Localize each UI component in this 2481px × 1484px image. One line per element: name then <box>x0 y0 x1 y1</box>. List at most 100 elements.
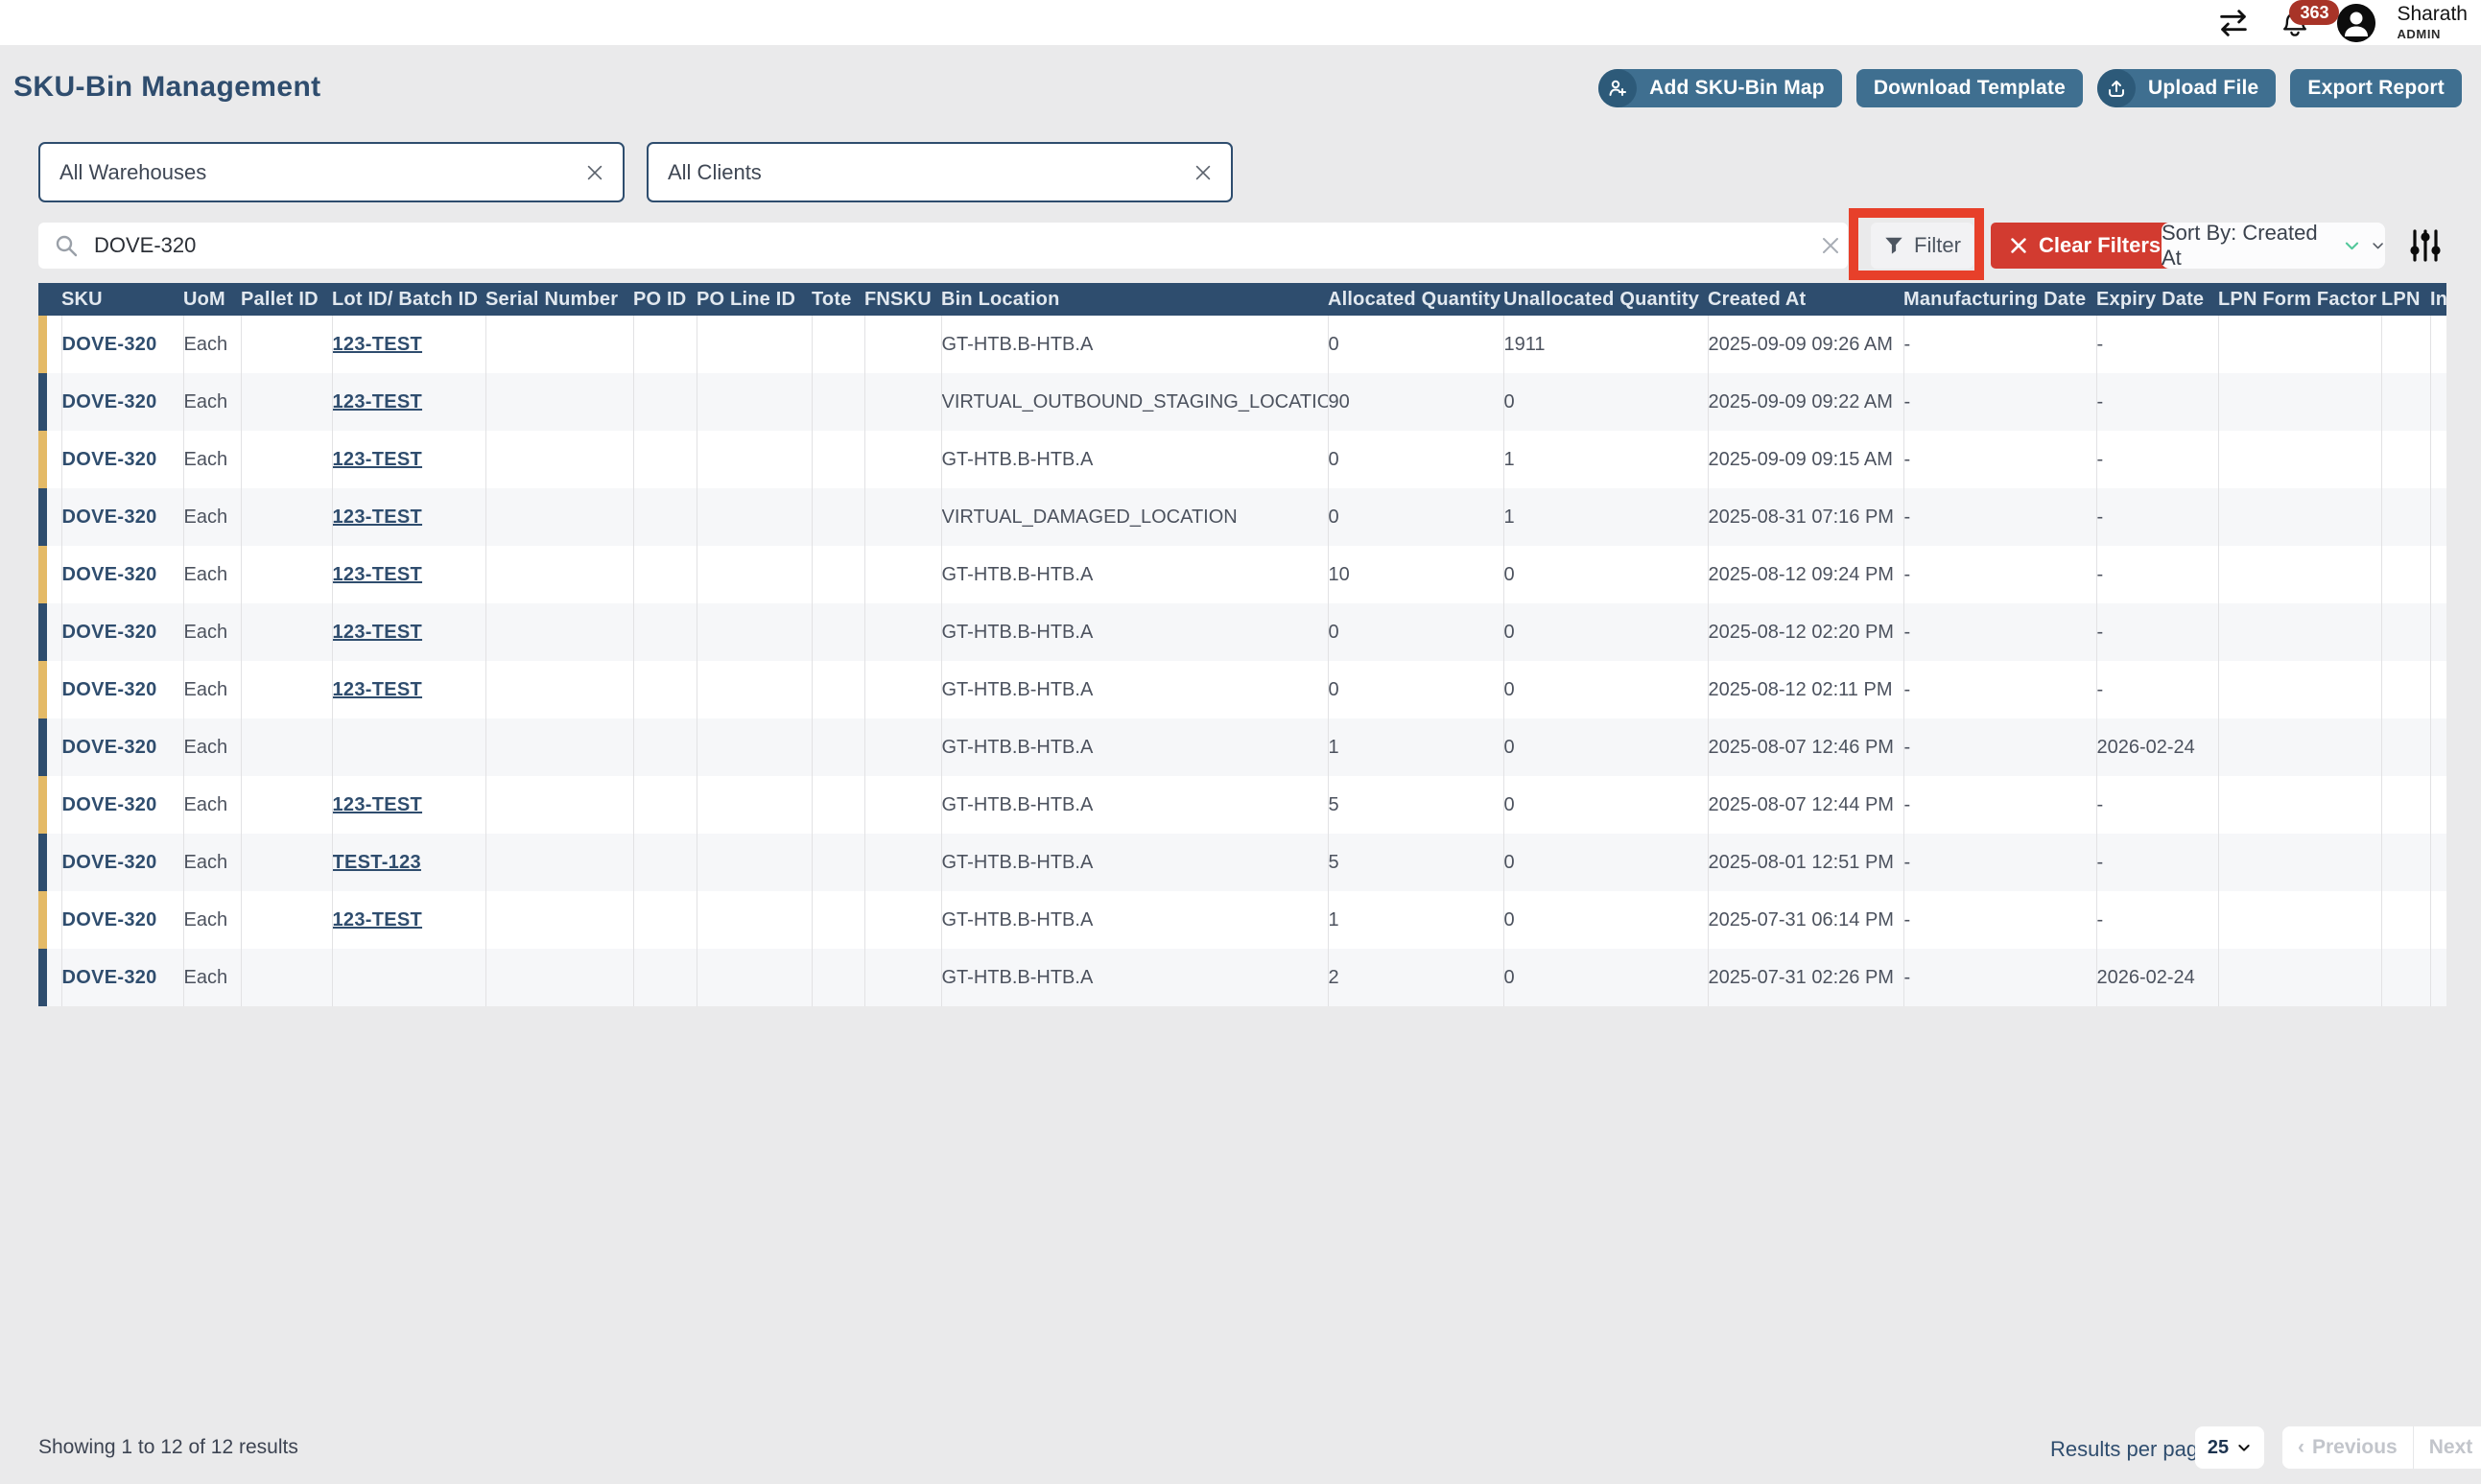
cell-lpn_form_factor <box>2218 373 2381 431</box>
cell-uom: Each <box>183 891 241 949</box>
cell-created_at: 2025-09-09 09:15 AM <box>1708 431 1903 488</box>
cell-sku: DOVE-320 <box>61 661 183 718</box>
cell-expiry_date: - <box>2096 776 2218 834</box>
cell-fnsku <box>864 488 941 546</box>
lot-id-link[interactable]: 123-TEST <box>333 449 423 470</box>
lot-id-link[interactable]: 123-TEST <box>333 391 423 412</box>
next-page-button[interactable]: Next › <box>2414 1426 2481 1469</box>
cell-bin_location: GT-HTB.B-HTB.A <box>941 603 1328 661</box>
cell-allocated_quantity: 5 <box>1328 834 1503 891</box>
cell-lot_id: 123-TEST <box>332 546 485 603</box>
results-per-page-label: Results per page <box>2050 1437 2209 1462</box>
column-settings-button[interactable] <box>2404 224 2446 267</box>
clear-search-icon[interactable] <box>1819 234 1842 257</box>
clear-filters-button[interactable]: Clear Filters <box>1991 223 2178 269</box>
notification-count-badge: 363 <box>2289 0 2339 25</box>
clear-client-icon[interactable] <box>1193 162 1214 183</box>
cell-lpn <box>2381 373 2430 431</box>
lot-id-link[interactable]: 123-TEST <box>333 909 423 930</box>
cell-po_id <box>633 373 697 431</box>
row-accent-cell <box>38 488 61 546</box>
lot-id-link[interactable]: 123-TEST <box>333 622 423 643</box>
row-accent-cell <box>38 373 61 431</box>
cell-tote <box>812 546 864 603</box>
client-select[interactable]: All Clients <box>647 142 1233 202</box>
add-sku-bin-map-button[interactable]: Add SKU-Bin Map <box>1598 69 1842 107</box>
column-header-po_line_id: PO Line ID <box>697 283 812 316</box>
table-row: DOVE-320EachTEST-123GT-HTB.B-HTB.A502025… <box>38 834 2446 891</box>
notifications-button[interactable]: 363 <box>2274 2 2316 44</box>
cell-lpn_form_factor <box>2218 488 2381 546</box>
lot-id-link[interactable]: TEST-123 <box>333 852 421 873</box>
cell-expiry_date: 2026-02-24 <box>2096 718 2218 776</box>
cell-inv <box>2430 546 2446 603</box>
lot-id-link[interactable]: 123-TEST <box>333 506 423 528</box>
cell-created_at: 2025-09-09 09:22 AM <box>1708 373 1903 431</box>
cell-serial_number <box>485 834 633 891</box>
filters-row: All Warehouses All Clients <box>38 142 1233 202</box>
cell-expiry_date: - <box>2096 488 2218 546</box>
column-header-lot_id: Lot ID/ Batch ID <box>332 283 485 316</box>
cell-fnsku <box>864 431 941 488</box>
row-accent-cell <box>38 316 61 373</box>
cell-po_id <box>633 546 697 603</box>
cell-unallocated_quantity: 0 <box>1503 891 1708 949</box>
row-accent-cell <box>38 603 61 661</box>
row-accent-cell <box>38 546 61 603</box>
cell-expiry_date: - <box>2096 316 2218 373</box>
cell-sku: DOVE-320 <box>61 373 183 431</box>
previous-page-button[interactable]: ‹ Previous <box>2282 1426 2413 1469</box>
cell-manufacturing_date: - <box>1903 373 2096 431</box>
previous-label: Previous <box>2312 1436 2398 1459</box>
cell-created_at: 2025-08-12 09:24 PM <box>1708 546 1903 603</box>
warehouse-select[interactable]: All Warehouses <box>38 142 625 202</box>
export-report-button[interactable]: Export Report <box>2290 69 2462 107</box>
cell-serial_number <box>485 718 633 776</box>
download-template-button[interactable]: Download Template <box>1856 69 2083 107</box>
lot-id-link[interactable]: 123-TEST <box>333 794 423 815</box>
page-size-select[interactable]: 25 <box>2195 1426 2264 1469</box>
cell-po_line_id <box>697 891 812 949</box>
cell-po_id <box>633 603 697 661</box>
column-header-allocated_quantity: Allocated Quantity <box>1328 283 1503 316</box>
transfer-icon[interactable] <box>2214 4 2253 42</box>
cell-manufacturing_date: - <box>1903 546 2096 603</box>
cell-pallet_id <box>241 834 332 891</box>
cell-inv <box>2430 891 2446 949</box>
cell-uom: Each <box>183 949 241 1006</box>
column-header-accent <box>38 283 61 316</box>
cell-bin_location: GT-HTB.B-HTB.A <box>941 891 1328 949</box>
cell-fnsku <box>864 546 941 603</box>
cell-unallocated_quantity: 1 <box>1503 488 1708 546</box>
filter-button[interactable]: Filter <box>1871 223 1973 269</box>
cell-fnsku <box>864 834 941 891</box>
upload-file-button[interactable]: Upload File <box>2097 69 2276 107</box>
cell-tote <box>812 373 864 431</box>
filter-button-label: Filter <box>1914 233 1961 258</box>
cell-serial_number <box>485 776 633 834</box>
row-accent-cell <box>38 834 61 891</box>
download-template-label: Download Template <box>1874 77 2066 100</box>
sort-by-dropdown[interactable]: Sort By: Created At <box>2162 223 2385 269</box>
clear-warehouse-icon[interactable] <box>584 162 605 183</box>
cell-lpn <box>2381 834 2430 891</box>
cell-inv <box>2430 373 2446 431</box>
cell-bin_location: VIRTUAL_DAMAGED_LOCATION <box>941 488 1328 546</box>
cell-created_at: 2025-07-31 02:26 PM <box>1708 949 1903 1006</box>
lot-id-link[interactable]: 123-TEST <box>333 334 423 355</box>
lot-id-link[interactable]: 123-TEST <box>333 564 423 585</box>
sliders-icon <box>2406 226 2445 265</box>
search-input[interactable] <box>38 223 1848 269</box>
row-accent-bar <box>38 776 47 834</box>
cell-po_id <box>633 488 697 546</box>
cell-uom: Each <box>183 488 241 546</box>
user-role: ADMIN <box>2397 28 2468 41</box>
cell-pallet_id <box>241 891 332 949</box>
user-avatar[interactable] <box>2337 4 2375 42</box>
lot-id-link[interactable]: 123-TEST <box>333 679 423 700</box>
cell-lpn_form_factor <box>2218 431 2381 488</box>
cell-tote <box>812 949 864 1006</box>
cell-allocated_quantity: 0 <box>1328 431 1503 488</box>
cell-sku: DOVE-320 <box>61 891 183 949</box>
chevron-down-icon <box>2236 1440 2252 1455</box>
